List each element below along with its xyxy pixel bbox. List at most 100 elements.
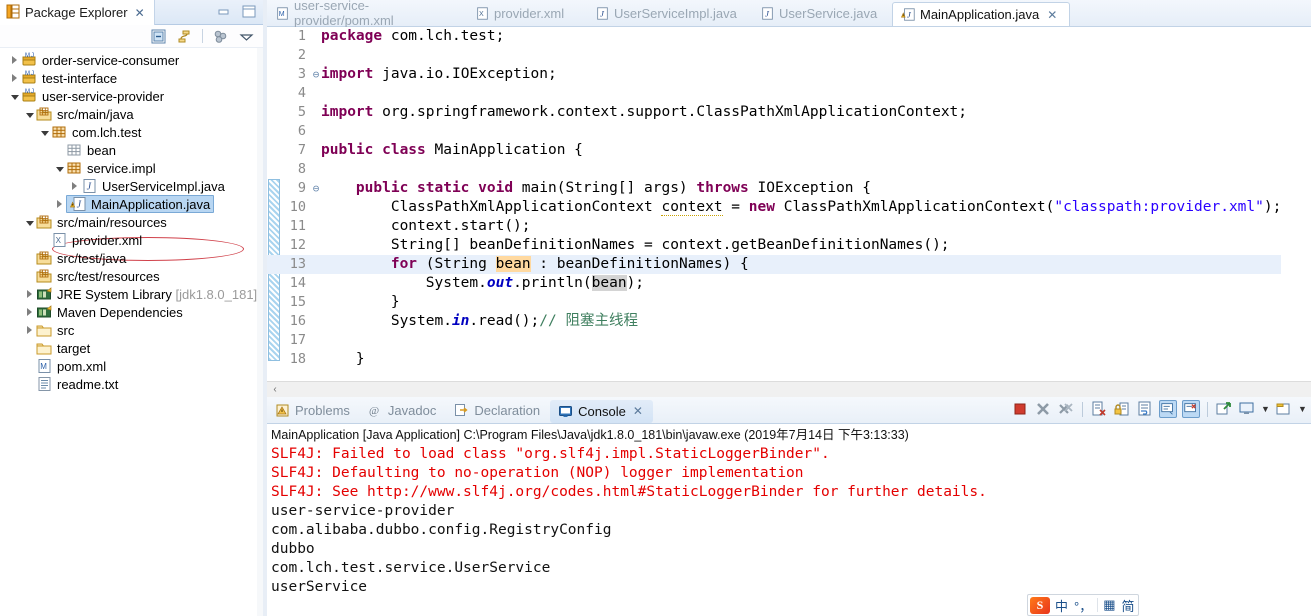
tree-item-service-impl[interactable]: service.impl — [0, 159, 263, 177]
minimize-icon[interactable] — [216, 4, 232, 19]
close-icon[interactable]: ✕ — [135, 6, 145, 20]
tree-item-content: service.impl — [66, 160, 156, 176]
console-tab-console[interactable]: Console ✕ — [550, 399, 653, 423]
code-content[interactable]: 1 package com.lch.test; 2 3 ⊖ import jav… — [267, 27, 1282, 369]
code-text: for (String bean : beanDefinitionNames) … — [390, 256, 749, 272]
tree-item-label: provider.xml — [72, 232, 143, 248]
tree-item-provider-xml[interactable]: Xprovider.xml — [0, 231, 263, 249]
ime-simplified-toggle[interactable]: 简 — [1121, 596, 1136, 615]
editor-tab-label: UserService.java — [779, 5, 878, 21]
tree-item-src-main-java[interactable]: src/main/java — [0, 105, 263, 123]
scroll-track[interactable] — [283, 381, 1311, 397]
tree-item-mainapplication-java[interactable]: J MainApplication.java — [0, 195, 263, 213]
expand-arrow-open-icon[interactable] — [23, 105, 36, 123]
java-file-warning-icon: J — [900, 7, 915, 22]
code-text: import java.io.IOException; — [321, 66, 557, 82]
ime-keyboard-icon[interactable]: ▦ — [1102, 597, 1116, 613]
code-text: package com.lch.test; — [321, 28, 505, 44]
tree-item-label: order-service-consumer — [42, 52, 180, 68]
expand-arrow-closed-icon[interactable] — [23, 321, 36, 339]
tree-item-label: com.lch.test — [72, 124, 142, 140]
expand-arrow-closed-icon[interactable] — [53, 195, 66, 213]
tree-item-pom-xml[interactable]: Mpom.xml — [0, 357, 263, 375]
editor-tab-provider-xml[interactable]: Xprovider.xml — [467, 0, 587, 26]
scroll-lock-icon[interactable] — [1113, 400, 1131, 418]
show-console-on-output-icon[interactable] — [1159, 400, 1177, 418]
tree-item-maven-dependencies[interactable]: Maven Dependencies — [0, 303, 263, 321]
clear-console-icon[interactable] — [1090, 400, 1108, 418]
tree-item-bean[interactable]: bean — [0, 141, 263, 159]
expand-arrow-closed-icon[interactable] — [8, 69, 21, 87]
tree-item-userserviceimpl-java[interactable]: J UserServiceImpl.java — [0, 177, 263, 195]
tree-item-target[interactable]: target — [0, 339, 263, 357]
terminate-icon[interactable] — [1011, 400, 1029, 418]
tree-item-src-main-resources[interactable]: src/main/resources — [0, 213, 263, 231]
java-file-icon: J — [81, 178, 99, 194]
tree-item-src-test-java[interactable]: src/test/java — [0, 249, 263, 267]
tab-package-explorer[interactable]: Package Explorer ✕ — [0, 0, 155, 25]
maximize-icon[interactable] — [241, 4, 257, 19]
ime-mode-chinese[interactable]: 中 — [1054, 596, 1069, 615]
console-tab-declaration[interactable]: Declaration — [446, 397, 550, 424]
open-console-dropdown-icon[interactable]: ▼ — [1298, 400, 1307, 418]
expand-arrow-placeholder — [53, 141, 66, 159]
code-text: import org.springframework.context.suppo… — [321, 104, 968, 120]
close-icon[interactable]: ✕ — [1047, 8, 1057, 22]
project-tree[interactable]: M Jorder-service-consumer M Jtest-interface… — [0, 48, 263, 616]
svg-text:X: X — [479, 11, 484, 18]
expand-arrow-closed-icon[interactable] — [8, 51, 21, 69]
display-console-dropdown-icon[interactable]: ▼ — [1261, 400, 1270, 418]
tree-item-src-test-resources[interactable]: src/test/resources — [0, 267, 263, 285]
editor-horizontal-scrollbar[interactable]: ‹ — [267, 381, 1311, 397]
expand-arrow-closed-icon[interactable] — [68, 177, 81, 195]
view-menu-icon[interactable] — [212, 28, 229, 45]
expand-arrow-closed-icon[interactable] — [23, 303, 36, 321]
tree-item-src[interactable]: src — [0, 321, 263, 339]
editor-tab-user-service-provider-pom-xml[interactable]: Muser-service-provider/pom.xml — [267, 0, 467, 28]
tree-item-content: src/test/java — [36, 250, 126, 266]
sogou-ime-logo-icon[interactable]: S — [1030, 596, 1050, 614]
remove-launch-icon[interactable] — [1034, 400, 1052, 418]
editor-tab-mainapplication-java[interactable]: J MainApplication.java ✕ — [892, 2, 1071, 26]
ime-language-bar[interactable]: S 中 °， ▦ 简 — [1027, 594, 1139, 616]
show-console-on-error-icon[interactable] — [1182, 400, 1200, 418]
expand-arrow-open-icon[interactable] — [38, 123, 51, 141]
tree-item-test-interface[interactable]: M Jtest-interface — [0, 69, 263, 87]
editor-tab-userservice-java[interactable]: J UserService.java — [752, 0, 892, 26]
remove-all-terminated-icon[interactable] — [1057, 400, 1075, 418]
word-wrap-icon[interactable] — [1136, 400, 1154, 418]
pin-console-icon[interactable] — [1215, 400, 1233, 418]
expand-arrow-open-icon[interactable] — [8, 87, 21, 105]
ime-punctuation-icon[interactable]: °， — [1073, 596, 1093, 615]
svg-text:X: X — [56, 236, 62, 245]
fold-marker[interactable]: ⊖ — [311, 65, 321, 84]
scroll-left-icon[interactable]: ‹ — [267, 382, 283, 398]
library-icon — [36, 286, 54, 302]
console-tab-javadoc[interactable]: @ Javadoc — [360, 397, 446, 424]
tree-item-jre-system-library[interactable]: JRE System Library [jdk1.8.0_181] — [0, 285, 263, 303]
editor-tab-userserviceimpl-java[interactable]: J UserServiceImpl.java — [587, 0, 752, 26]
tree-item-label: target — [57, 340, 91, 356]
collapse-all-icon[interactable] — [150, 28, 167, 45]
close-icon[interactable]: ✕ — [633, 404, 643, 418]
tree-item-com-lch-test[interactable]: com.lch.test — [0, 123, 263, 141]
link-with-editor-icon[interactable] — [176, 28, 193, 45]
fold-marker[interactable]: ⊖ — [311, 179, 321, 198]
expand-arrow-closed-icon[interactable] — [23, 285, 36, 303]
view-dropdown-icon[interactable] — [238, 28, 255, 45]
tree-item-order-service-consumer[interactable]: M Jorder-service-consumer — [0, 51, 263, 69]
code-line: 12 String[] beanDefinitionNames = contex… — [267, 236, 1281, 255]
tree-item-readme-txt[interactable]: readme.txt — [0, 375, 263, 393]
console-output-line: com.alibaba.dubbo.config.RegistryConfig — [271, 522, 612, 538]
tree-item-user-service-provider[interactable]: M Juser-service-provider — [0, 87, 263, 105]
package-icon — [66, 160, 84, 176]
console-output[interactable]: MainApplication [Java Application] C:\Pr… — [267, 424, 1311, 616]
display-selected-console-icon[interactable] — [1238, 400, 1256, 418]
java-source-editor[interactable]: 1 package com.lch.test; 2 3 ⊖ import jav… — [267, 27, 1311, 397]
console-tab-problems[interactable]: Problems — [267, 397, 360, 424]
tree-item-content: target — [36, 340, 90, 356]
tree-item-content: src — [36, 322, 74, 338]
expand-arrow-open-icon[interactable] — [53, 159, 66, 177]
expand-arrow-open-icon[interactable] — [23, 213, 36, 231]
open-console-icon[interactable] — [1275, 400, 1293, 418]
